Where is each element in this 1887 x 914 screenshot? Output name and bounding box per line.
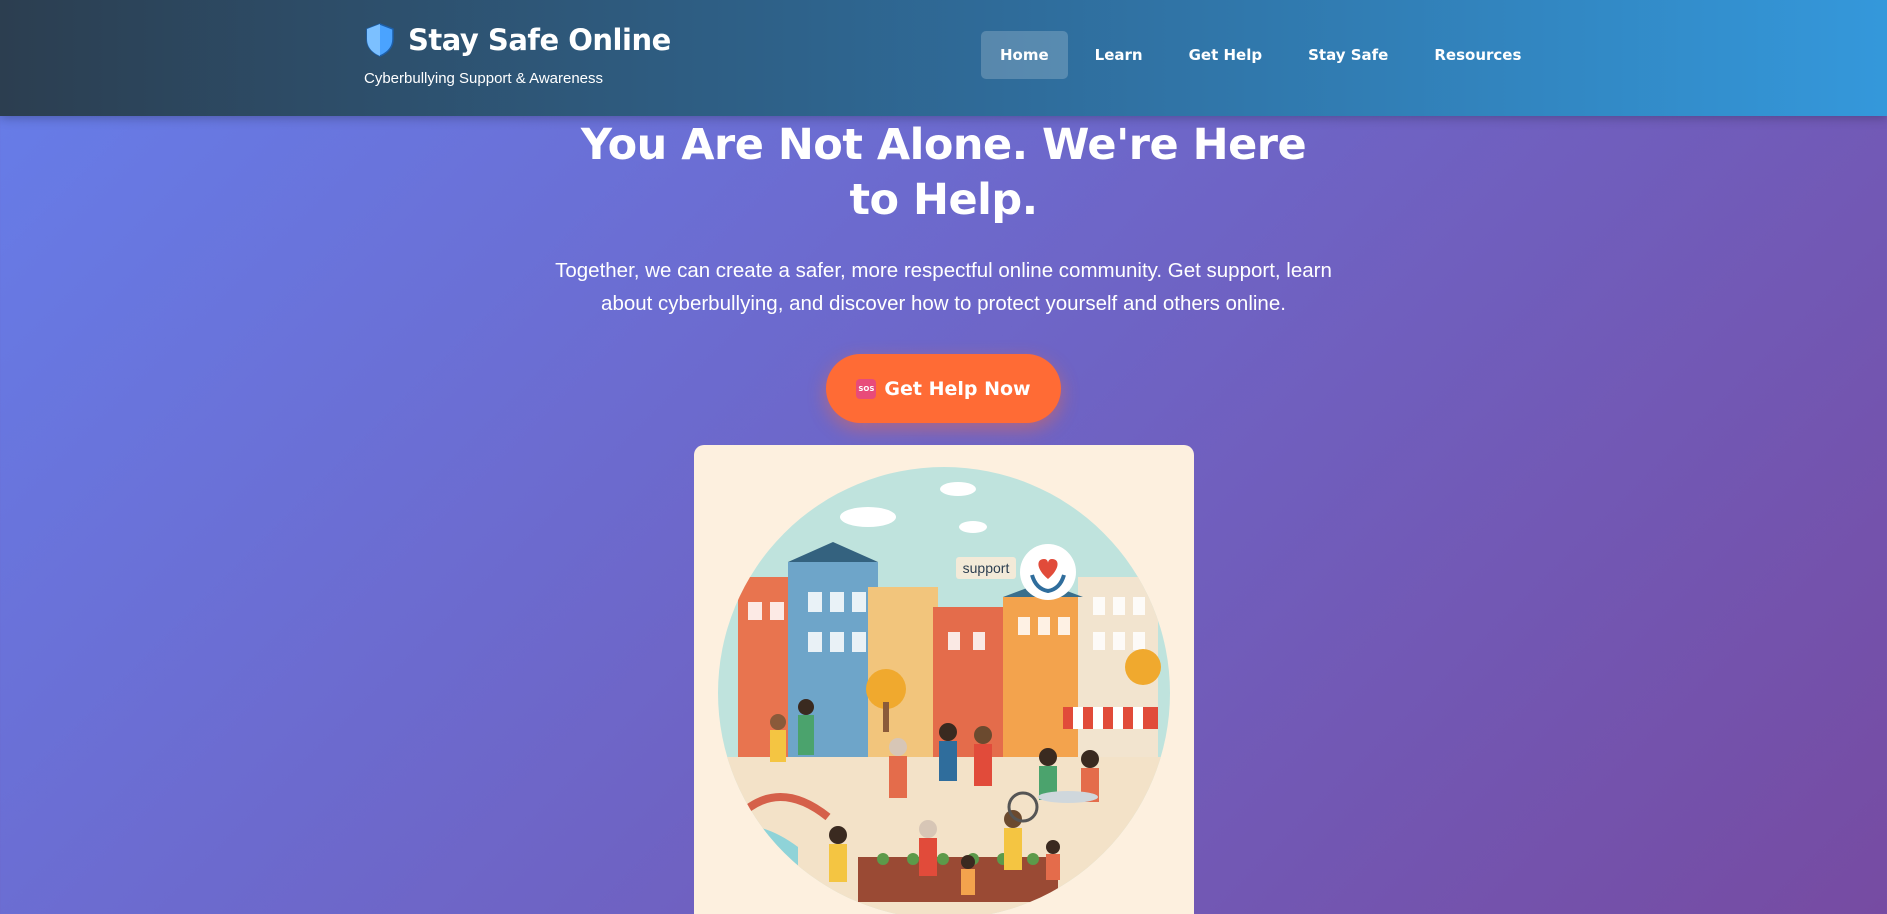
nav-stay-safe[interactable]: Stay Safe (1289, 31, 1407, 79)
shield-icon (364, 22, 396, 58)
community-illustration: support (718, 467, 1170, 914)
hero-illustration-card: support (694, 445, 1194, 914)
site-header: Stay Safe Online Cyberbullying Support &… (0, 0, 1887, 116)
get-help-now-button[interactable]: SOS Get Help Now (826, 354, 1061, 423)
hero-title: You Are Not Alone. We're Here to Help. (580, 120, 1307, 225)
site-tagline: Cyberbullying Support & Awareness (364, 70, 604, 87)
cta-label: Get Help Now (884, 377, 1031, 400)
nav-get-help[interactable]: Get Help (1170, 31, 1281, 79)
nav-resources[interactable]: Resources (1415, 31, 1540, 79)
nav-home[interactable]: Home (981, 31, 1068, 79)
sos-icon: SOS (856, 378, 877, 399)
nav-learn[interactable]: Learn (1076, 31, 1162, 79)
hero: You Are Not Alone. We're Here to Help. T… (0, 116, 1887, 423)
support-bubble-text: support (963, 560, 1010, 576)
site-title: Stay Safe Online (408, 23, 671, 57)
brand[interactable]: Stay Safe Online Cyberbullying Support &… (364, 22, 671, 87)
main-nav: Home Learn Get Help Stay Safe Resources (981, 31, 1540, 79)
hero-subtitle: Together, we can create a safer, more re… (555, 259, 1332, 315)
